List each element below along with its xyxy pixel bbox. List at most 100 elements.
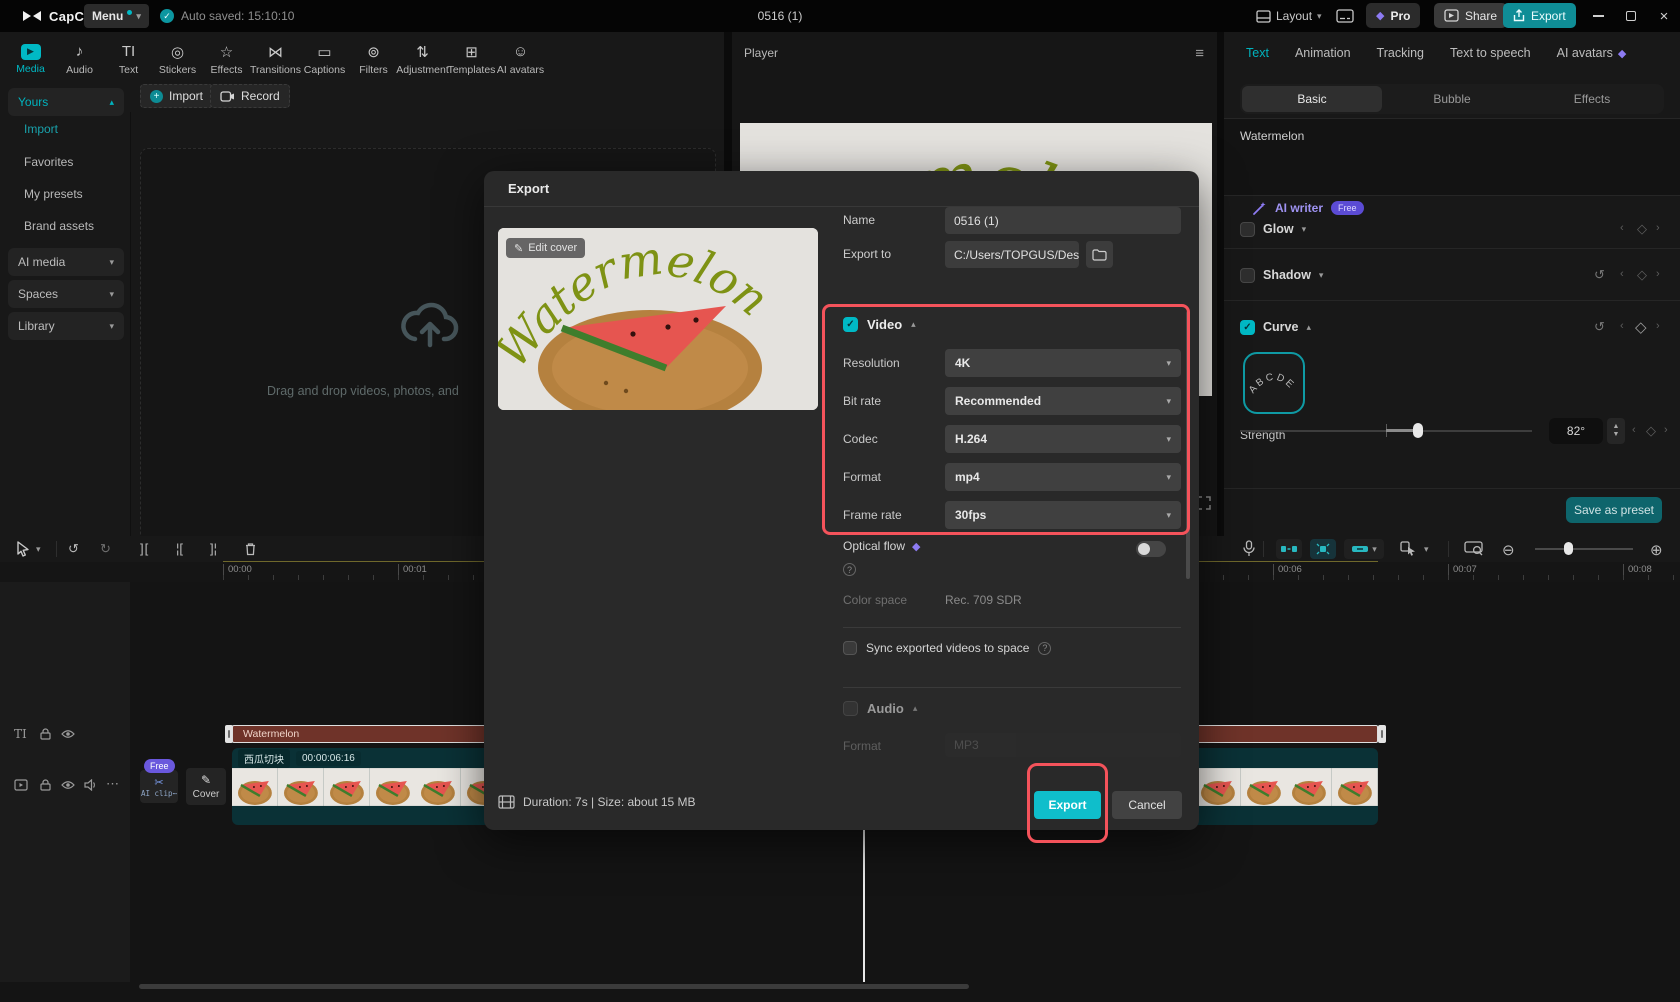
voiceover-mic-icon[interactable]: [1243, 540, 1255, 557]
text-clip-right-handle[interactable]: [1378, 725, 1386, 743]
ai-writer-button[interactable]: AI writer Free: [1252, 198, 1364, 218]
tab-adjustment[interactable]: ⇅ Adjustment: [396, 36, 449, 82]
field-select[interactable]: 30fps ▾: [945, 501, 1181, 529]
text-content-input[interactable]: Watermelon: [1224, 118, 1680, 196]
subtab-basic[interactable]: Basic: [1242, 86, 1382, 112]
subtab-effects[interactable]: Effects: [1522, 86, 1662, 112]
preview-axis-icon[interactable]: [1464, 541, 1483, 556]
sidebar-item-ai-media[interactable]: AI media ▾: [8, 248, 124, 276]
track-select-mode-icon[interactable]: [1400, 541, 1416, 556]
chevron-down-icon[interactable]: ▾: [1424, 544, 1429, 555]
split-keep-left-icon[interactable]: ¦[: [176, 541, 183, 556]
strength-value-field[interactable]: 82°: [1549, 418, 1603, 444]
strength-slider-thumb[interactable]: [1413, 423, 1423, 438]
eye-icon[interactable]: [61, 729, 75, 739]
keyframe-prev-icon[interactable]: ‹: [1632, 424, 1636, 436]
reset-icon[interactable]: ↺: [1594, 267, 1605, 283]
curve-style-tile[interactable]: ABCDE: [1243, 352, 1305, 414]
field-select[interactable]: mp4 ▾: [945, 463, 1181, 491]
lock-icon[interactable]: [40, 728, 51, 740]
strength-stepper[interactable]: ▲ ▼: [1607, 418, 1625, 444]
tab-templates[interactable]: ⊞ Templates: [447, 36, 496, 82]
share-button[interactable]: Share: [1434, 3, 1508, 28]
edit-cover-button[interactable]: ✎ Edit cover: [506, 238, 586, 258]
tab-animation[interactable]: Animation: [1295, 46, 1351, 60]
glow-checkbox[interactable]: [1240, 221, 1255, 237]
audio-checkbox[interactable]: [843, 701, 858, 716]
zoom-in-icon[interactable]: ⊕: [1650, 541, 1663, 559]
tab-filters[interactable]: ⊚ Filters: [349, 36, 398, 82]
tab-audio[interactable]: ♪ Audio: [55, 36, 104, 82]
timeline-zoom-slider[interactable]: [1535, 548, 1633, 550]
sidebar-item-spaces[interactable]: Spaces ▾: [8, 280, 124, 308]
tab-captions[interactable]: ▭ Captions: [300, 36, 349, 82]
chevron-down-icon[interactable]: ▾: [36, 544, 41, 555]
menu-button[interactable]: Menu ▾: [84, 4, 149, 28]
undo-icon[interactable]: ↺: [68, 541, 79, 557]
keyframe-next-icon[interactable]: ›: [1664, 424, 1668, 436]
split-keep-right-icon[interactable]: ]¦: [210, 541, 217, 556]
tab-media[interactable]: ▶ Media: [6, 36, 55, 82]
zoom-out-icon[interactable]: ⊖: [1502, 541, 1515, 559]
tab-text-to-speech[interactable]: Text to speech: [1450, 46, 1531, 60]
maximize-button[interactable]: [1616, 0, 1646, 32]
sidebar-item-import[interactable]: Import: [24, 117, 124, 141]
auto-splice-toggle[interactable]: [1276, 539, 1302, 559]
curve-checkbox[interactable]: ✓: [1240, 319, 1255, 335]
sync-checkbox[interactable]: [843, 641, 857, 655]
track-more-icon[interactable]: ⋯: [106, 776, 119, 792]
sidebar-item-brand-assets[interactable]: Brand assets: [24, 214, 124, 238]
chevron-up-icon[interactable]: ▴: [913, 703, 918, 714]
select-cursor-icon[interactable]: [16, 541, 30, 557]
browse-folder-button[interactable]: [1086, 241, 1113, 268]
close-button[interactable]: ×: [1649, 0, 1679, 32]
tab-ai-avatars-panel[interactable]: AI avatars ◆: [1557, 46, 1627, 60]
captions-panel-button[interactable]: [1336, 0, 1354, 32]
stepper-up-icon[interactable]: ▲: [1613, 423, 1620, 431]
keyframe-diamond-icon[interactable]: ◇: [1637, 267, 1647, 283]
keyframe-prev-icon[interactable]: ‹: [1620, 268, 1624, 280]
dialog-cancel-button[interactable]: Cancel: [1112, 791, 1182, 819]
pro-button[interactable]: ◆ Pro: [1366, 3, 1421, 28]
lock-icon[interactable]: [40, 779, 51, 791]
keyframe-diamond-icon[interactable]: ◇: [1646, 423, 1656, 439]
video-checkbox[interactable]: ✓: [843, 317, 858, 332]
tab-ai-avatars[interactable]: ☺ AI avatars: [496, 36, 545, 82]
redo-icon[interactable]: ↻: [100, 541, 111, 557]
field-select[interactable]: 4K ▾: [945, 349, 1181, 377]
keyframe-next-icon[interactable]: ›: [1656, 222, 1660, 234]
save-as-preset-button[interactable]: Save as preset: [1566, 497, 1662, 523]
export-path-input[interactable]: C:/Users/TOPGUS/Desktop/0516 (1)....: [945, 241, 1079, 268]
help-icon[interactable]: ?: [1038, 641, 1052, 655]
keyframe-next-icon[interactable]: ›: [1656, 268, 1660, 280]
dialog-export-button[interactable]: Export: [1034, 791, 1101, 819]
field-select[interactable]: Recommended ▾: [945, 387, 1181, 415]
tab-text[interactable]: TI Text: [104, 36, 153, 82]
tab-text[interactable]: Text: [1246, 46, 1269, 60]
keyframe-prev-icon[interactable]: ‹: [1620, 222, 1624, 234]
subtab-bubble[interactable]: Bubble: [1382, 86, 1522, 112]
export-button-top[interactable]: Export: [1503, 3, 1576, 28]
keyframe-diamond-icon[interactable]: ◇: [1635, 318, 1647, 336]
cover-button[interactable]: ✎ Cover: [186, 768, 226, 805]
tab-stickers[interactable]: ◎ Stickers: [153, 36, 202, 82]
sidebar-item-favorites[interactable]: Favorites: [24, 150, 124, 174]
fullscreen-icon[interactable]: [1197, 496, 1211, 510]
field-select[interactable]: H.264 ▾: [945, 425, 1181, 453]
timeline-zoom-thumb[interactable]: [1564, 542, 1573, 555]
import-button[interactable]: + Import: [140, 84, 214, 108]
name-input[interactable]: 0516 (1): [945, 207, 1181, 234]
help-icon[interactable]: ?: [843, 563, 856, 576]
keyframe-diamond-icon[interactable]: ◇: [1637, 221, 1647, 237]
tab-effects[interactable]: ☆ Effects: [202, 36, 251, 82]
split-icon[interactable]: ][: [140, 541, 149, 556]
keyframe-next-icon[interactable]: ›: [1656, 320, 1660, 332]
chevron-up-icon[interactable]: ▴: [911, 319, 916, 330]
reset-icon[interactable]: ↺: [1594, 319, 1605, 335]
speaker-icon[interactable]: [84, 779, 97, 791]
layout-button[interactable]: Layout ▾: [1256, 0, 1322, 32]
dialog-scrollbar[interactable]: [1186, 311, 1190, 579]
eye-icon[interactable]: [61, 780, 75, 790]
timeline-scrollbar[interactable]: [139, 984, 969, 989]
stepper-down-icon[interactable]: ▼: [1613, 431, 1620, 439]
